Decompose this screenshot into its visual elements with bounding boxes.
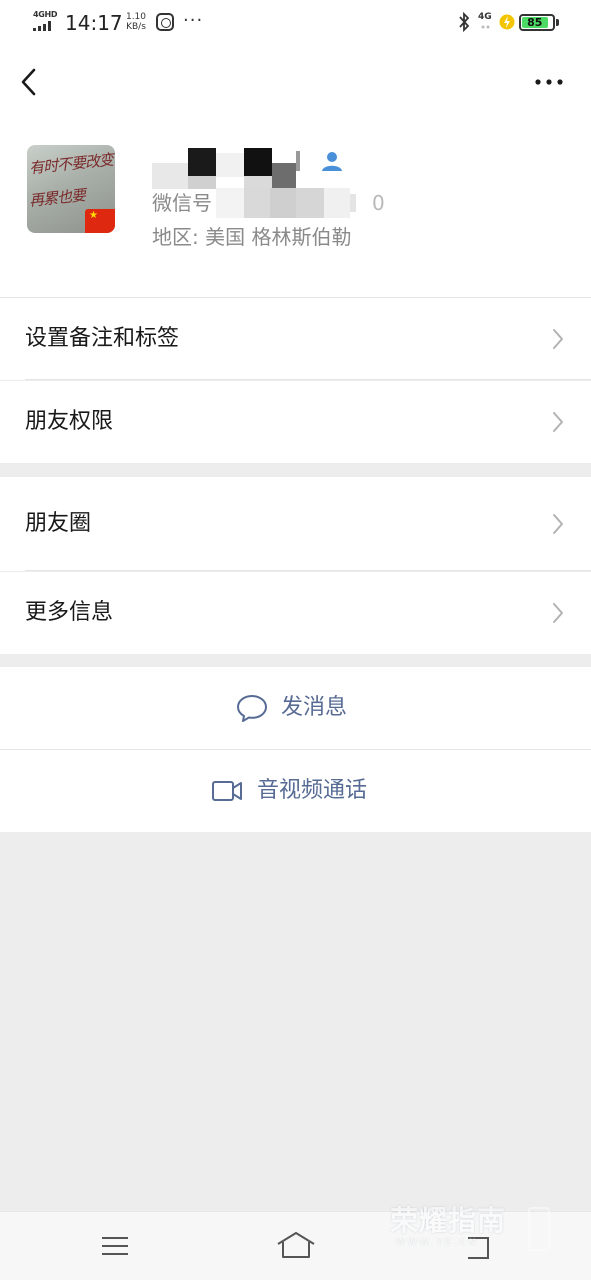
back-button[interactable] [14,64,46,100]
network-speed-unit: KB/s [126,22,146,32]
flag-star-icon: ★ [89,210,98,221]
charging-icon [499,14,515,30]
region-label: 地区: 美国 格林斯伯勒 [152,225,352,249]
watermark: 荣耀指南 WWW.YE.CN [390,1203,560,1255]
wechat-id-label: 微信号 [152,191,212,215]
moments-label: 朋友圈 [25,511,92,536]
data-activity-icon [481,25,490,29]
mobile-data-label: 4G [478,12,492,22]
chevron-right-icon [553,514,563,534]
status-time: 14:17 [65,11,123,35]
video-camera-icon [212,781,242,801]
nickname-redacted [152,133,322,189]
battery-icon: 85 [519,14,555,31]
more-button[interactable] [530,70,570,94]
network-type-label: 4GHD [33,10,58,19]
chevron-right-icon [553,412,563,432]
more-info-row[interactable]: 更多信息 [0,572,591,654]
divider [25,570,591,571]
watermark-url: WWW.YE.CN [396,1238,479,1248]
contact-person-icon [322,152,342,171]
friend-permissions-row[interactable]: 朋友权限 [0,381,591,463]
divider [25,379,591,380]
battery-tip [556,19,559,26]
signal-icon: 4GHD [33,10,58,32]
send-message-button[interactable]: 发消息 [0,667,591,749]
more-dots-icon [535,79,563,85]
chevron-right-icon [553,329,563,349]
home-button[interactable] [276,1230,316,1260]
more-info-label: 更多信息 [25,600,114,625]
hamburger-icon [102,1237,128,1255]
battery-level: 85 [522,17,548,28]
avatar[interactable]: 有时不要改变 再累也要 ★ [27,145,115,233]
status-bar: 4GHD 14:17 1.10 KB/s ··· 4G 85 [0,0,591,46]
network-speed-value: 1.10 [125,12,147,22]
remark-tags-label: 设置备注和标签 [25,326,180,351]
app-notification-icon [156,13,174,31]
send-message-label: 发消息 [281,695,348,720]
av-call-button[interactable]: 音视频通话 [0,750,591,832]
network-speed: 1.10 KB/s [124,12,148,32]
chevron-right-icon [553,603,563,623]
friend-permissions-label: 朋友权限 [25,409,114,434]
watermark-badge [528,1207,550,1251]
watermark-title: 荣耀指南 [390,1204,507,1237]
bluetooth-icon [459,12,470,32]
menu-button[interactable] [100,1234,130,1258]
home-icon [277,1232,315,1258]
chevron-left-icon [21,68,36,96]
wechat-id-redacted [216,188,356,218]
remark-tags-row[interactable]: 设置备注和标签 [0,298,591,380]
wechat-id-suffix: 0 [372,191,385,215]
nav-bar [0,46,591,118]
av-call-label: 音视频通话 [257,778,368,803]
battery-percent: 85 [527,16,543,29]
china-flag-badge: ★ [85,209,115,233]
moments-row[interactable]: 朋友圈 [0,477,591,571]
status-more-dots: ··· [183,10,204,31]
chat-bubble-icon [237,695,267,722]
profile-card: 有时不要改变 再累也要 ★ 微信号 0 地区: 美国 格林斯伯勒 [0,118,591,298]
